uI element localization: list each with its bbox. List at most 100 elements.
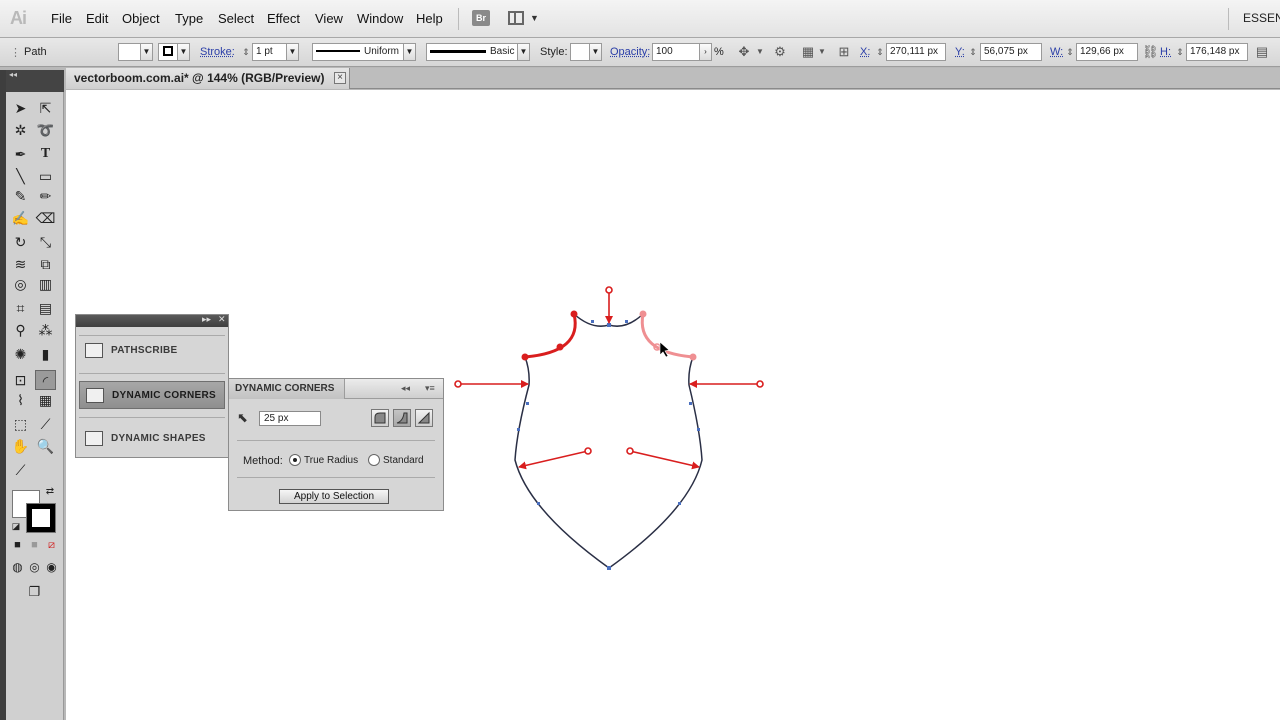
corner-handle[interactable] — [556, 343, 564, 351]
panel-header[interactable]: DYNAMIC CORNERS ◂◂ ▾≡ — [229, 379, 443, 399]
close-icon[interactable]: × — [334, 72, 346, 84]
draw-normal-icon[interactable]: ◍ — [10, 560, 25, 575]
corner-handle[interactable] — [639, 310, 647, 318]
corner-handle[interactable] — [570, 310, 578, 318]
toolbox-header[interactable]: ◂◂ — [6, 70, 64, 92]
stroke-weight-dropdown[interactable]: ▼ — [286, 43, 299, 61]
stroke-label[interactable]: Stroke: — [200, 46, 235, 58]
panel-menu-icon[interactable]: ▾≡ — [425, 383, 435, 394]
corner-handle[interactable] — [521, 353, 529, 361]
w-field[interactable]: 129,66 px — [1076, 43, 1138, 61]
zoom-tool-icon[interactable]: 🔍 — [35, 436, 56, 456]
transform-reference-icon[interactable]: ⊞ — [836, 44, 852, 60]
menu-edit[interactable]: Edit — [86, 11, 108, 26]
menu-type[interactable]: Type — [175, 11, 203, 26]
eraser-tool-icon[interactable]: ⌫ — [35, 208, 56, 228]
brush-definition[interactable]: Basic — [426, 43, 518, 61]
opacity-field[interactable]: 100 — [652, 43, 700, 61]
warp-tool-icon[interactable]: ≋ — [10, 254, 31, 274]
blend-tool-icon[interactable]: ⁂ — [35, 320, 56, 340]
workspace-switcher[interactable]: ESSEN — [1243, 11, 1280, 25]
magic-wand-tool-icon[interactable]: ✲ — [10, 120, 31, 140]
close-icon[interactable]: ✕ — [218, 314, 226, 325]
graphic-style-swatch[interactable] — [570, 43, 590, 61]
scale-tool-icon[interactable]: ⤡ — [35, 232, 56, 252]
rotate-tool-icon[interactable]: ↻ — [10, 232, 31, 252]
chevron-down-icon[interactable]: ▼ — [814, 44, 830, 60]
document-tab[interactable]: vectorboom.com.ai* @ 144% (RGB/Preview) — [66, 68, 350, 89]
control-panel-menu-icon[interactable]: ▤ — [1254, 44, 1270, 60]
h-label[interactable]: H: — [1160, 46, 1171, 58]
recolor-artwork-icon[interactable]: ✥ — [736, 44, 752, 60]
pencil-tool-icon[interactable]: ✏ — [35, 186, 56, 206]
round-corner-button[interactable] — [371, 409, 389, 427]
bridge-icon[interactable]: Br — [472, 10, 490, 26]
standard-radio[interactable] — [368, 454, 380, 466]
isolate-icon[interactable]: ⚙ — [772, 44, 788, 60]
none-mode-icon[interactable]: ⧄ — [44, 538, 59, 553]
x-field[interactable]: 270,111 px — [886, 43, 946, 61]
radius-field[interactable]: 25 px — [259, 411, 321, 426]
dynamic-sketch-tool-icon[interactable]: ⌇ — [10, 390, 31, 410]
fill-dropdown[interactable]: ▼ — [140, 43, 153, 61]
symbol-sprayer-tool-icon[interactable]: ✺ — [10, 344, 31, 364]
menu-effect[interactable]: Effect — [267, 11, 300, 26]
stepper-icon[interactable]: ⇕ — [965, 44, 981, 60]
panel-tab-dynamic-corners[interactable]: DYNAMIC CORNERS — [229, 379, 345, 399]
brush-dropdown[interactable]: ▼ — [517, 43, 530, 61]
perspective-grid-tool-icon[interactable]: ▥ — [35, 274, 56, 294]
menu-window[interactable]: Window — [357, 11, 403, 26]
type-tool-icon[interactable]: T — [35, 144, 56, 164]
graph-tool-icon[interactable]: ▮ — [35, 344, 56, 364]
h-field[interactable]: 176,148 px — [1186, 43, 1248, 61]
lasso-tool-icon[interactable]: ➰ — [35, 120, 56, 140]
chevron-down-icon[interactable]: ▼ — [530, 13, 539, 23]
paintbrush-tool-icon[interactable]: ✎ — [10, 186, 31, 206]
variable-width-profile[interactable]: Uniform — [312, 43, 404, 61]
x-label[interactable]: X: — [860, 46, 870, 58]
y-field[interactable]: 56,075 px — [980, 43, 1042, 61]
default-colors-icon[interactable]: ◪ — [10, 520, 22, 532]
free-transform-tool-icon[interactable]: ⧉ — [35, 254, 56, 274]
shape-builder-tool-icon[interactable]: ◎ — [10, 274, 31, 294]
menu-file[interactable]: File — [51, 11, 72, 26]
arrange-documents-icon[interactable] — [508, 11, 524, 25]
stroke-weight-field[interactable]: 1 pt — [252, 43, 288, 61]
panel-header[interactable]: ▸▸ ✕ — [76, 314, 228, 327]
chevron-down-icon[interactable]: ▼ — [752, 44, 768, 60]
color-mode-icon[interactable]: ■ — [10, 538, 25, 553]
rectangle-tool-icon[interactable]: ▭ — [35, 166, 56, 186]
menu-object[interactable]: Object — [122, 11, 160, 26]
constrain-proportions-icon[interactable]: ⛓ — [1142, 44, 1159, 60]
collapse-icon[interactable]: ◂◂ — [401, 383, 410, 394]
artboard-tool-icon[interactable]: ⬚ — [10, 414, 31, 434]
profile-dropdown[interactable]: ▼ — [403, 43, 416, 61]
panel-item-pathscribe[interactable]: PATHSCRIBE — [79, 337, 225, 365]
stroke-color-swatch[interactable] — [26, 503, 56, 533]
shield-path[interactable] — [514, 313, 703, 569]
style-dropdown[interactable]: ▼ — [589, 43, 602, 61]
menu-help[interactable]: Help — [416, 11, 443, 26]
draw-behind-icon[interactable]: ◎ — [27, 560, 42, 575]
line-tool-icon[interactable]: ╲ — [10, 166, 31, 186]
standard-label[interactable]: Standard — [383, 455, 424, 466]
panel-item-dynamic-shapes[interactable]: DYNAMIC SHAPES — [79, 425, 225, 453]
stroke-swatch-dropdown[interactable]: ▼ — [177, 43, 190, 61]
selection-tool-icon[interactable]: ➤ — [10, 98, 31, 118]
y-label[interactable]: Y: — [955, 46, 965, 58]
slice-tool-icon[interactable]: ⟋ — [35, 414, 56, 434]
swap-fill-stroke-icon[interactable]: ⇄ — [44, 486, 56, 498]
blob-brush-tool-icon[interactable]: ✍ — [10, 208, 31, 228]
inverted-corner-button[interactable] — [393, 409, 411, 427]
gradient-mode-icon[interactable]: ■ — [27, 538, 42, 553]
mesh-tool-icon[interactable]: ⌗ — [10, 298, 31, 318]
grid-tool-icon[interactable]: ▦ — [35, 390, 56, 410]
eyedropper-tool-icon[interactable]: ⚲ — [10, 320, 31, 340]
anchor-points[interactable] — [517, 320, 700, 570]
true-radius-label[interactable]: True Radius — [304, 455, 358, 466]
hand-tool-icon[interactable]: ✋ — [10, 436, 31, 456]
draw-inside-icon[interactable]: ◉ — [44, 560, 59, 575]
stroke-swatch[interactable] — [158, 43, 178, 61]
apply-to-selection-button[interactable]: Apply to Selection — [279, 489, 389, 504]
eyedropper-icon[interactable]: ⟋ — [10, 460, 31, 480]
